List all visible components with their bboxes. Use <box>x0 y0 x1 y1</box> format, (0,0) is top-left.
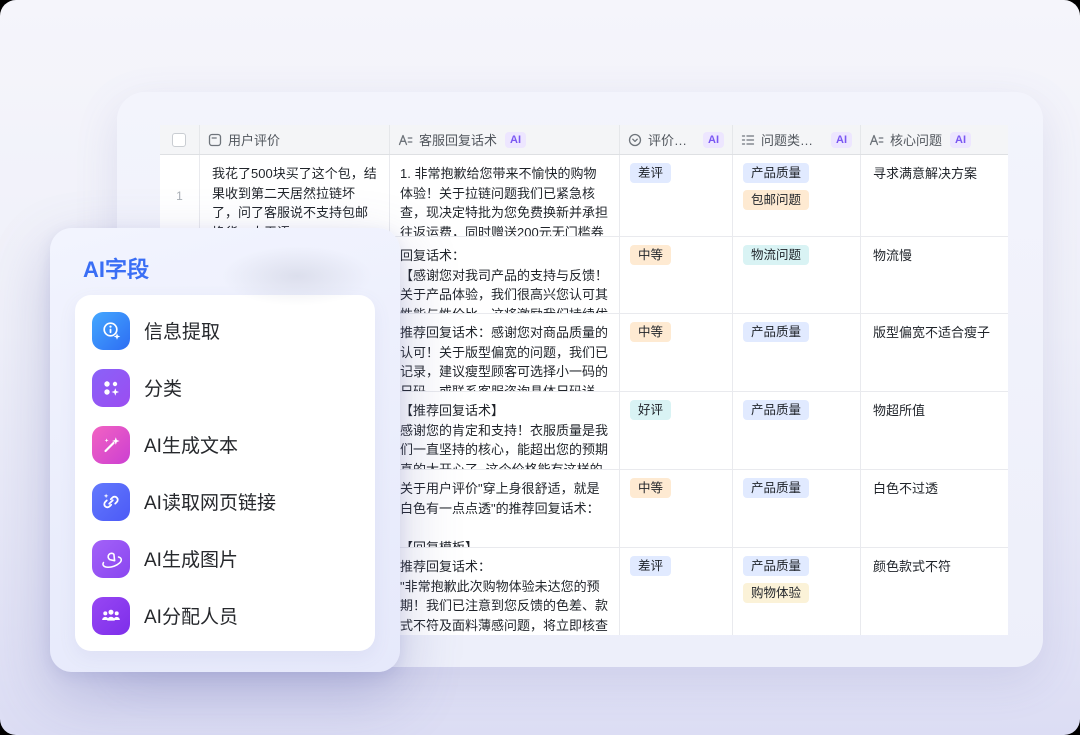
ai-field-item-assign-people[interactable]: AI分配人员 <box>75 587 375 644</box>
core-problem-cell[interactable]: 物流慢 <box>861 237 1008 313</box>
column-header-label: 核心问题 <box>890 130 942 149</box>
ai-field-item-generate-text[interactable]: AI生成文本 <box>75 416 375 473</box>
ai-assign-icon <box>92 597 130 635</box>
type-tag: 购物体验 <box>743 583 809 603</box>
problem-type-cell[interactable]: 产品质量 <box>733 470 861 547</box>
ai-field-item-generate-image[interactable]: AI生成图片 <box>75 530 375 587</box>
type-tag: 产品质量 <box>743 400 809 420</box>
ai-badge: AI <box>831 132 852 148</box>
problem-type-cell[interactable]: 产品质量 <box>733 314 861 391</box>
column-header-label: 问题类型（... <box>761 130 823 149</box>
rating-tag: 中等 <box>630 478 671 498</box>
classify-icon <box>92 369 130 407</box>
ai-fields-panel-title: AI字段 <box>83 252 149 284</box>
reply-script-cell[interactable]: 回复话术： 【感谢您对我司产品的支持与反馈！关于产品体验，我们很高兴您认可其性能… <box>390 237 620 313</box>
column-header-label: 用户评价 <box>228 130 280 149</box>
table-header-row: 用户评价 客服回复话术 AI 评价等级... AI 问题类型（ <box>160 125 1008 155</box>
ai-fields-list: 信息提取 分类 AI生成文本 AI读取网页链接 <box>75 295 375 651</box>
ai-fields-panel: AI字段 信息提取 分类 AI生成文本 <box>50 228 400 672</box>
core-problem-cell[interactable]: 物超所值 <box>861 392 1008 469</box>
problem-type-cell[interactable]: 产品质量 购物体验 <box>733 548 861 635</box>
column-header-rating-level[interactable]: 评价等级... AI <box>620 125 733 154</box>
ai-text-field-icon <box>398 133 413 147</box>
column-header-reply-script[interactable]: 客服回复话术 AI <box>390 125 620 154</box>
table-row: 1 我花了500块买了这个包，结果收到第二天居然拉链坏了，问了客服说不支持包邮换… <box>160 155 1008 237</box>
rating-tag: 差评 <box>630 556 671 576</box>
ai-field-item-label: 信息提取 <box>144 317 220 344</box>
type-tag: 产品质量 <box>743 322 809 342</box>
problem-type-cell[interactable]: 物流问题 <box>733 237 861 313</box>
ai-field-item-classify[interactable]: 分类 <box>75 359 375 416</box>
ai-field-item-label: AI生成文本 <box>144 431 238 458</box>
type-tag: 产品质量 <box>743 478 809 498</box>
info-extract-icon <box>92 312 130 350</box>
core-problem-cell[interactable]: 版型偏宽不适合瘦子 <box>861 314 1008 391</box>
type-tag: 产品质量 <box>743 556 809 576</box>
ai-badge: AI <box>703 132 724 148</box>
select-all-checkbox[interactable] <box>172 133 186 147</box>
rating-level-cell[interactable]: 差评 <box>620 155 733 236</box>
core-problem-cell[interactable]: 寻求满意解决方案 <box>861 155 1008 236</box>
ai-weblink-icon <box>92 483 130 521</box>
type-tag: 产品质量 <box>743 163 809 183</box>
ai-image-icon <box>92 540 130 578</box>
problem-type-cell[interactable]: 产品质量 包邮问题 <box>733 155 861 236</box>
multi-select-icon <box>741 133 755 147</box>
rating-tag: 中等 <box>630 322 671 342</box>
reply-script-cell[interactable]: 1. 非常抱歉给您带来不愉快的购物体验！关于拉链问题我们已紧急核查，现决定特批为… <box>390 155 620 236</box>
ai-text-field-icon <box>869 133 884 147</box>
ai-badge: AI <box>950 132 971 148</box>
single-select-icon <box>628 133 642 147</box>
ai-field-item-label: AI生成图片 <box>144 545 238 572</box>
text-field-icon <box>208 133 222 147</box>
core-problem-cell[interactable]: 白色不过透 <box>861 470 1008 547</box>
reply-script-cell[interactable]: 推荐回复话术： "非常抱歉此次购物体验未达您的预期！我们已注意到您反馈的色差、款… <box>390 548 620 635</box>
row-number-cell[interactable]: 1 <box>160 155 200 236</box>
column-header-label: 评价等级... <box>648 130 695 149</box>
type-tag: 包邮问题 <box>743 190 809 210</box>
ai-field-item-read-weblink[interactable]: AI读取网页链接 <box>75 473 375 530</box>
problem-type-cell[interactable]: 产品质量 <box>733 392 861 469</box>
ai-field-item-label: 分类 <box>144 374 182 401</box>
reply-script-cell[interactable]: 推荐回复话术：感谢您对商品质量的认可！关于版型偏宽的问题，我们已记录，建议瘦型顾… <box>390 314 620 391</box>
core-problem-cell[interactable]: 颜色款式不符 <box>861 548 1008 635</box>
ai-badge: AI <box>505 132 526 148</box>
column-header-label: 客服回复话术 <box>419 130 497 149</box>
user-review-cell[interactable]: 我花了500块买了这个包，结果收到第二天居然拉链坏了，问了客服说不支持包邮换货，… <box>200 155 390 236</box>
ai-field-item-label: AI分配人员 <box>144 602 238 629</box>
rating-level-cell[interactable]: 中等 <box>620 314 733 391</box>
rating-level-cell[interactable]: 中等 <box>620 470 733 547</box>
rating-level-cell[interactable]: 好评 <box>620 392 733 469</box>
ai-field-item-info-extract[interactable]: 信息提取 <box>75 302 375 359</box>
ai-field-item-label: AI读取网页链接 <box>144 488 276 515</box>
select-all-cell[interactable] <box>160 125 200 154</box>
rating-level-cell[interactable]: 中等 <box>620 237 733 313</box>
rating-level-cell[interactable]: 差评 <box>620 548 733 635</box>
column-header-user-review[interactable]: 用户评价 <box>200 125 390 154</box>
type-tag: 物流问题 <box>743 245 809 265</box>
screenshot-stage: 用户评价 客服回复话术 AI 评价等级... AI 问题类型（ <box>0 0 1080 735</box>
reply-script-cell[interactable]: 关于用户评价"穿上身很舒适，就是白色有一点点透"的推荐回复话术： 【回复模板】.… <box>390 470 620 547</box>
rating-tag: 差评 <box>630 163 671 183</box>
rating-tag: 好评 <box>630 400 671 420</box>
reply-script-cell[interactable]: 【推荐回复话术】 感谢您的肯定和支持！衣服质量是我们一直坚持的核心，能超出您的预… <box>390 392 620 469</box>
column-header-problem-type[interactable]: 问题类型（... AI <box>733 125 861 154</box>
rating-tag: 中等 <box>630 245 671 265</box>
ai-text-icon <box>92 426 130 464</box>
column-header-core-problem[interactable]: 核心问题 AI <box>861 125 1008 154</box>
